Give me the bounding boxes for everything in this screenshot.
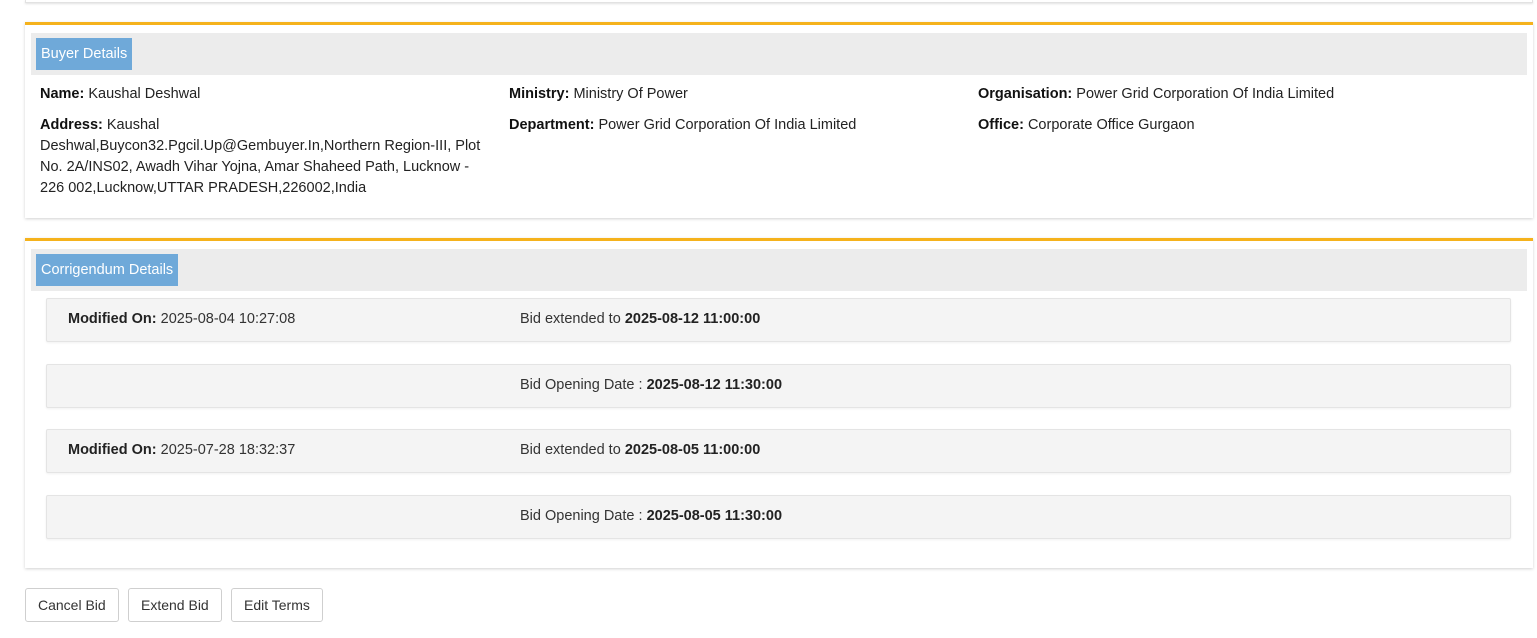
buyer-address-field: Address: Kaushal Deshwal,Buycon32.Pgcil.… (40, 115, 490, 199)
corrigendum-heading-bar: Corrigendum Details (31, 249, 1527, 291)
bid-extended-value: 2025-08-12 11:00:00 (624, 311, 761, 327)
bid-extended-text: Bid extended to (520, 311, 625, 327)
bid-opening-value: 2025-08-12 11:30:00 (646, 377, 783, 393)
cancel-bid-button[interactable]: Cancel Bid (25, 588, 119, 622)
edit-terms-button[interactable]: Edit Terms (231, 588, 323, 622)
buyer-department-label: Department: (509, 117, 595, 133)
extend-bid-button[interactable]: Extend Bid (128, 588, 222, 622)
corrigendum-row: Bid Opening Date : 2025-08-05 11:30:00 (46, 495, 1511, 539)
buyer-organisation-value: Power Grid Corporation Of India Limited (1076, 86, 1335, 102)
corrigendum-row: Bid Opening Date : 2025-08-12 11:30:00 (46, 364, 1511, 408)
buyer-address-value: Kaushal Deshwal,Buycon32.Pgcil.Up@Gembuy… (40, 117, 481, 196)
buyer-name-field: Name: Kaushal Deshwal (40, 84, 200, 105)
corrigendum-details-title: Corrigendum Details (36, 254, 179, 286)
corrigendum-details-panel: Corrigendum Details Modified On: 2025-08… (25, 238, 1533, 568)
buyer-details-title: Buyer Details (36, 38, 133, 70)
buyer-name-label: Name: (40, 86, 85, 102)
buyer-ministry-value: Ministry Of Power (573, 86, 688, 102)
buyer-office-field: Office: Corporate Office Gurgaon (978, 115, 1195, 136)
buyer-department-field: Department: Power Grid Corporation Of In… (509, 115, 856, 136)
buyer-ministry-label: Ministry: (509, 86, 570, 102)
bid-opening-value: 2025-08-05 11:30:00 (646, 508, 783, 524)
corrigendum-row: Modified On: 2025-08-04 10:27:08 Bid ext… (46, 298, 1511, 342)
corrigendum-row: Modified On: 2025-07-28 18:32:37 Bid ext… (46, 429, 1511, 473)
buyer-name-value: Kaushal Deshwal (88, 86, 201, 102)
modified-on-label: Modified On: (68, 442, 157, 458)
buyer-office-label: Office: (978, 117, 1024, 133)
modified-on-label: Modified On: (68, 311, 157, 327)
buyer-address-label: Address: (40, 117, 103, 133)
buyer-organisation-field: Organisation: Power Grid Corporation Of … (978, 84, 1334, 105)
bid-extended-value: 2025-08-05 11:00:00 (624, 442, 761, 458)
buyer-office-value: Corporate Office Gurgaon (1027, 117, 1195, 133)
bid-opening-text: Bid Opening Date : (520, 377, 647, 393)
bid-opening-field: Bid Opening Date : 2025-08-12 11:30:00 (520, 377, 782, 393)
previous-panel-edge (25, 0, 1533, 3)
modified-on-field: Modified On: 2025-08-04 10:27:08 (68, 311, 295, 327)
buyer-details-panel: Buyer Details Name: Kaushal Deshwal Mini… (25, 22, 1533, 218)
modified-on-value: 2025-07-28 18:32:37 (160, 442, 296, 458)
bid-extended-field: Bid extended to 2025-08-05 11:00:00 (520, 442, 760, 458)
bid-opening-text: Bid Opening Date : (520, 508, 647, 524)
bid-extended-text: Bid extended to (520, 442, 625, 458)
buyer-ministry-field: Ministry: Ministry Of Power (509, 84, 688, 105)
bid-extended-field: Bid extended to 2025-08-12 11:00:00 (520, 311, 760, 327)
buyer-organisation-label: Organisation: (978, 86, 1073, 102)
bid-opening-field: Bid Opening Date : 2025-08-05 11:30:00 (520, 508, 782, 524)
modified-on-value: 2025-08-04 10:27:08 (160, 311, 296, 327)
modified-on-field: Modified On: 2025-07-28 18:32:37 (68, 442, 295, 458)
buyer-details-heading-bar: Buyer Details (31, 33, 1527, 75)
buyer-department-value: Power Grid Corporation Of India Limited (598, 117, 857, 133)
